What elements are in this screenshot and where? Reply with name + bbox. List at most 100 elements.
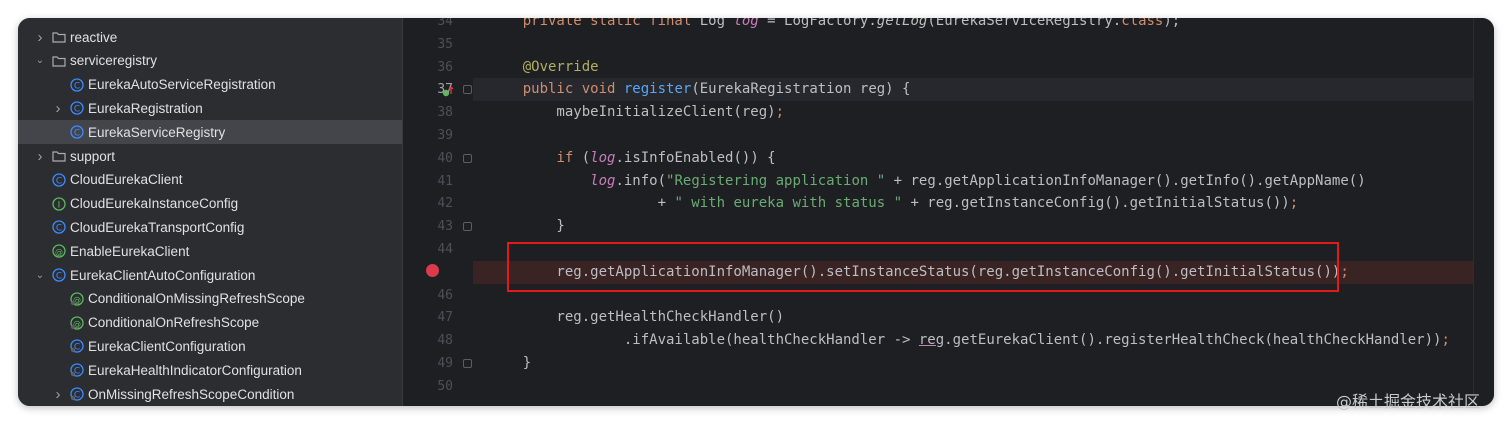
annotation-icon: @ [70,292,84,306]
code-line[interactable]: } [473,215,1494,238]
tree-item[interactable]: C EurekaAutoServiceRegistration [18,73,402,97]
chevron-right-icon[interactable]: › [34,148,46,165]
line-number: 34 [437,18,453,29]
class-icon: C [70,363,84,377]
class-icon: C [70,339,84,354]
code-line[interactable]: private static final Log log = LogFactor… [473,18,1494,33]
tree-item[interactable]: C EurekaHealthIndicatorConfiguration [18,358,402,382]
ide-window: › reactive ⌄ serviceregistry C EurekaAutoServ… [18,18,1494,406]
fold-toggle-icon[interactable] [463,153,472,163]
fold-toggle-icon[interactable] [463,85,472,95]
tree-item[interactable]: C CloudEurekaTransportConfig [18,215,402,239]
line-number-gutter[interactable]: 34 35 36 37 38 39 40 41 42 43 44 46 47 48 49 50 [403,18,473,406]
svg-text:C: C [74,129,80,139]
tree-item-label: serviceregistry [70,53,158,69]
class-icon: C [52,220,66,235]
class-icon: C [70,125,84,139]
code-line[interactable]: .ifAvailable(healthCheckHandler -> reg.g… [473,329,1494,352]
line-number: 43 [437,219,453,235]
override-gutter-icon[interactable] [442,84,454,103]
tree-item[interactable]: C CloudEurekaClient [18,168,402,192]
svg-text:C: C [56,176,62,186]
line-number: 40 [437,150,453,166]
fold-toggle-icon[interactable] [463,359,472,368]
svg-text:C: C [56,224,62,234]
tree-item-label: EurekaClientAutoConfiguration [70,267,256,283]
line-number: 49 [437,356,453,371]
line-number: 42 [437,196,453,212]
tree-item[interactable]: › reactive [18,25,402,49]
tree-item-label: ConditionalOnRefreshScope [88,315,260,331]
tree-item-label: EurekaServiceRegistry [88,124,226,140]
tree-item-label: CloudEurekaClient [70,172,183,188]
tree-item-label: ConditionalOnMissingRefreshScope [88,291,305,307]
fold-toggle-icon[interactable] [463,222,472,232]
line-number: 50 [437,378,453,394]
line-number: 39 [437,128,453,143]
code-line[interactable]: public void register(EurekaRegistration … [473,78,1494,102]
breakpoint-icon[interactable] [426,264,439,277]
line-number: 35 [437,36,453,52]
class-icon: C [70,77,84,92]
tree-item[interactable]: @ ConditionalOnMissingRefreshScope [18,287,402,311]
code-line[interactable] [473,33,1494,56]
tree-item[interactable]: ⌄ serviceregistry [18,49,402,73]
tree-item[interactable]: I CloudEurekaInstanceConfig [18,192,402,216]
tree-item-label: CloudEurekaTransportConfig [70,219,245,235]
chevron-right-icon[interactable]: › [52,386,64,403]
folder-icon [52,30,66,44]
code-line[interactable]: if (log.isInfoEnabled()) { [473,147,1494,170]
folder-icon [52,54,66,68]
annotation-icon: @ [70,315,84,330]
watermark: @稀土掘金技术社区 [1336,392,1481,411]
class-icon: C [52,173,66,187]
tree-item-label: reactive [70,29,118,45]
tree-item[interactable]: › C EurekaRegistration [18,96,402,120]
svg-text:C: C [74,105,80,115]
tree-item-label: CloudEurekaInstanceConfig [70,196,239,212]
class-icon: C [70,387,84,401]
tree-item-label: EurekaClientConfiguration [88,338,246,354]
svg-text:@: @ [55,248,63,257]
svg-text:C: C [74,81,80,91]
tree-item[interactable]: › support [18,144,402,168]
code-line[interactable]: } [473,352,1494,375]
line-number: 48 [437,333,453,349]
tree-item[interactable]: C EurekaClientConfiguration [18,334,402,358]
code-line[interactable]: reg.getHealthCheckHandler() [473,306,1494,329]
code-line[interactable]: maybeInitializeClient(reg); [473,101,1494,124]
tree-item-label: OnMissingRefreshScopeCondition [88,386,295,402]
line-number: 38 [437,105,453,121]
interface-icon: I [52,196,66,211]
line-number: 44 [437,242,453,257]
tree-item[interactable]: ⌄ C EurekaClientAutoConfiguration [18,263,402,287]
tree-item-label: EurekaHealthIndicatorConfiguration [88,362,302,378]
annotation-icon: @ [52,244,66,258]
code-line[interactable]: + " with eureka with status " + reg.getI… [473,192,1494,215]
tree-item-label: EurekaAutoServiceRegistration [88,77,276,93]
line-number: 47 [437,310,453,326]
line-number: 46 [437,287,453,303]
class-icon: C [52,268,66,282]
tree-item-label: EnableEurekaClient [70,243,190,259]
tree-item[interactable]: @ ConditionalOnRefreshScope [18,311,402,335]
code-line[interactable]: @Override [473,56,1494,79]
chevron-down-icon[interactable]: ⌄ [34,270,46,281]
svg-text:I: I [58,200,61,210]
line-number: 41 [437,173,453,189]
tree-item[interactable]: C EurekaServiceRegistry [18,120,402,145]
chevron-right-icon[interactable]: › [52,100,64,117]
chevron-right-icon[interactable]: › [34,29,46,46]
tree-item[interactable]: @ EnableEurekaClient [18,239,402,263]
editor-scrollbar[interactable] [1473,18,1494,406]
code-line[interactable]: log.info("Registering application " + re… [473,170,1494,193]
tree-item[interactable]: › C OnMissingRefreshScopeCondition [18,382,402,406]
project-tree: › reactive ⌄ serviceregistry C EurekaAutoServ… [18,18,402,406]
tree-item-label: support [70,148,116,164]
tree-item-label: EurekaRegistration [88,100,203,116]
code-line[interactable] [473,124,1494,147]
svg-text:C: C [56,272,62,282]
chevron-down-icon[interactable]: ⌄ [34,55,46,66]
line-number: 36 [437,59,453,75]
code-editor[interactable]: private static final Log log = LogFactor… [473,18,1494,406]
